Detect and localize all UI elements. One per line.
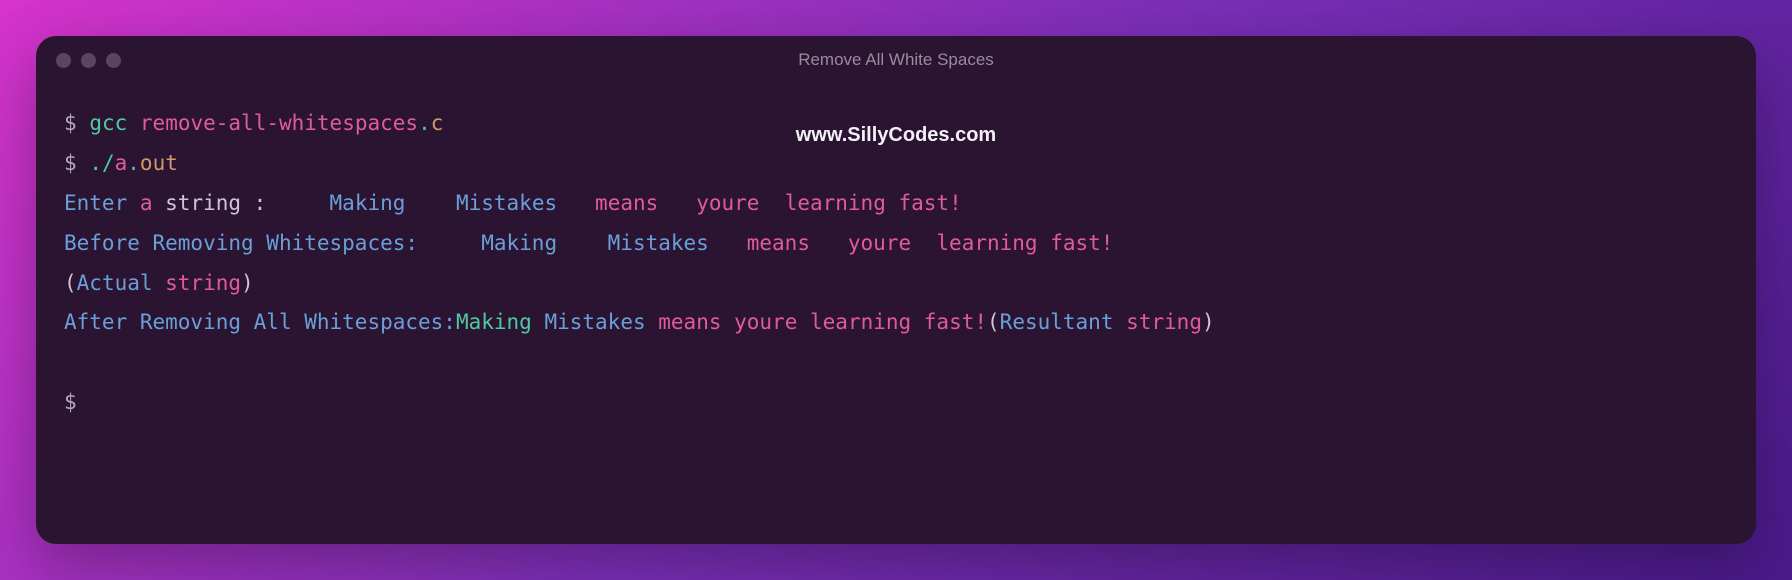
window-title: Remove All White Spaces — [798, 50, 994, 70]
title-bar: Remove All White Spaces — [36, 36, 1756, 84]
maximize-button[interactable] — [106, 53, 121, 68]
terminal-window: Remove All White Spaces www.SillyCodes.c… — [36, 36, 1756, 544]
watermark: www.SillyCodes.com — [796, 116, 996, 154]
prompt: $ — [64, 390, 77, 414]
prompt-line: $ — [64, 383, 1728, 423]
traffic-lights — [56, 53, 121, 68]
filename: remove-all-whitespaces — [140, 111, 418, 135]
prompt: $ — [64, 111, 77, 135]
minimize-button[interactable] — [81, 53, 96, 68]
terminal-content[interactable]: www.SillyCodes.com $ gcc remove-all-whit… — [36, 84, 1756, 443]
output-line-before: Before Removing Whitespaces: Making Mist… — [64, 224, 1728, 264]
output-line-actual: (Actual string) — [64, 264, 1728, 304]
close-button[interactable] — [56, 53, 71, 68]
empty-line — [64, 343, 1728, 383]
output-line-enter: Enter a string : Making Mistakes means y… — [64, 184, 1728, 224]
prompt: $ — [64, 151, 77, 175]
gcc-command: gcc — [89, 111, 127, 135]
output-line-after: After Removing All Whitespaces:Making Mi… — [64, 303, 1728, 343]
